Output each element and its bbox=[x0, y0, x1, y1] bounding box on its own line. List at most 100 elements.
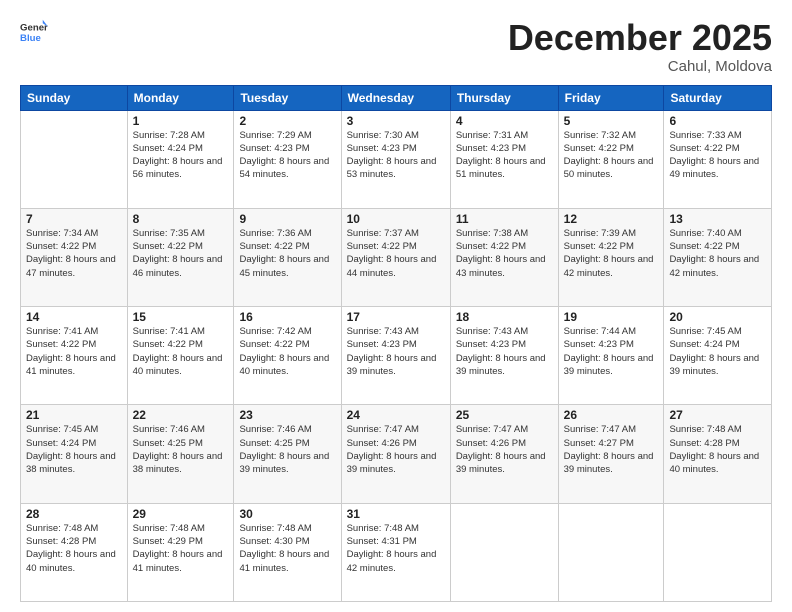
day-number: 6 bbox=[669, 114, 766, 128]
week-row-1: 7Sunrise: 7:34 AMSunset: 4:22 PMDaylight… bbox=[21, 208, 772, 306]
day-number: 14 bbox=[26, 310, 122, 324]
week-row-2: 14Sunrise: 7:41 AMSunset: 4:22 PMDayligh… bbox=[21, 307, 772, 405]
col-wednesday: Wednesday bbox=[341, 85, 450, 110]
week-row-3: 21Sunrise: 7:45 AMSunset: 4:24 PMDayligh… bbox=[21, 405, 772, 503]
day-number: 1 bbox=[133, 114, 229, 128]
calendar-cell: 7Sunrise: 7:34 AMSunset: 4:22 PMDaylight… bbox=[21, 208, 128, 306]
cell-detail: Sunrise: 7:44 AMSunset: 4:23 PMDaylight:… bbox=[564, 325, 659, 378]
calendar-cell: 29Sunrise: 7:48 AMSunset: 4:29 PMDayligh… bbox=[127, 503, 234, 601]
day-number: 10 bbox=[347, 212, 445, 226]
cell-detail: Sunrise: 7:40 AMSunset: 4:22 PMDaylight:… bbox=[669, 227, 766, 280]
day-number: 7 bbox=[26, 212, 122, 226]
calendar-cell: 22Sunrise: 7:46 AMSunset: 4:25 PMDayligh… bbox=[127, 405, 234, 503]
calendar-cell: 13Sunrise: 7:40 AMSunset: 4:22 PMDayligh… bbox=[664, 208, 772, 306]
logo-icon: General Blue bbox=[20, 18, 48, 46]
calendar-cell: 2Sunrise: 7:29 AMSunset: 4:23 PMDaylight… bbox=[234, 110, 341, 208]
cell-detail: Sunrise: 7:31 AMSunset: 4:23 PMDaylight:… bbox=[456, 129, 553, 182]
location: Cahul, Moldova bbox=[508, 58, 772, 75]
cell-detail: Sunrise: 7:28 AMSunset: 4:24 PMDaylight:… bbox=[133, 129, 229, 182]
day-number: 4 bbox=[456, 114, 553, 128]
day-number: 24 bbox=[347, 408, 445, 422]
calendar-cell: 11Sunrise: 7:38 AMSunset: 4:22 PMDayligh… bbox=[450, 208, 558, 306]
calendar-cell: 30Sunrise: 7:48 AMSunset: 4:30 PMDayligh… bbox=[234, 503, 341, 601]
cell-detail: Sunrise: 7:36 AMSunset: 4:22 PMDaylight:… bbox=[239, 227, 335, 280]
cell-detail: Sunrise: 7:47 AMSunset: 4:26 PMDaylight:… bbox=[456, 423, 553, 476]
day-number: 11 bbox=[456, 212, 553, 226]
cell-detail: Sunrise: 7:47 AMSunset: 4:26 PMDaylight:… bbox=[347, 423, 445, 476]
day-number: 30 bbox=[239, 507, 335, 521]
cell-detail: Sunrise: 7:38 AMSunset: 4:22 PMDaylight:… bbox=[456, 227, 553, 280]
calendar-cell: 25Sunrise: 7:47 AMSunset: 4:26 PMDayligh… bbox=[450, 405, 558, 503]
calendar-cell: 20Sunrise: 7:45 AMSunset: 4:24 PMDayligh… bbox=[664, 307, 772, 405]
day-number: 3 bbox=[347, 114, 445, 128]
calendar-cell: 3Sunrise: 7:30 AMSunset: 4:23 PMDaylight… bbox=[341, 110, 450, 208]
cell-detail: Sunrise: 7:39 AMSunset: 4:22 PMDaylight:… bbox=[564, 227, 659, 280]
day-number: 26 bbox=[564, 408, 659, 422]
cell-detail: Sunrise: 7:48 AMSunset: 4:30 PMDaylight:… bbox=[239, 522, 335, 575]
calendar-cell: 14Sunrise: 7:41 AMSunset: 4:22 PMDayligh… bbox=[21, 307, 128, 405]
calendar-cell bbox=[558, 503, 664, 601]
cell-detail: Sunrise: 7:43 AMSunset: 4:23 PMDaylight:… bbox=[456, 325, 553, 378]
cell-detail: Sunrise: 7:35 AMSunset: 4:22 PMDaylight:… bbox=[133, 227, 229, 280]
calendar-cell: 5Sunrise: 7:32 AMSunset: 4:22 PMDaylight… bbox=[558, 110, 664, 208]
cell-detail: Sunrise: 7:41 AMSunset: 4:22 PMDaylight:… bbox=[26, 325, 122, 378]
cell-detail: Sunrise: 7:29 AMSunset: 4:23 PMDaylight:… bbox=[239, 129, 335, 182]
cell-detail: Sunrise: 7:32 AMSunset: 4:22 PMDaylight:… bbox=[564, 129, 659, 182]
day-number: 19 bbox=[564, 310, 659, 324]
cell-detail: Sunrise: 7:48 AMSunset: 4:28 PMDaylight:… bbox=[669, 423, 766, 476]
day-number: 2 bbox=[239, 114, 335, 128]
logo: General Blue bbox=[20, 18, 48, 46]
day-number: 5 bbox=[564, 114, 659, 128]
calendar-cell: 10Sunrise: 7:37 AMSunset: 4:22 PMDayligh… bbox=[341, 208, 450, 306]
day-number: 28 bbox=[26, 507, 122, 521]
svg-text:Blue: Blue bbox=[20, 33, 41, 44]
col-saturday: Saturday bbox=[664, 85, 772, 110]
header: General Blue December 2025 Cahul, Moldov… bbox=[20, 18, 772, 75]
calendar-cell: 21Sunrise: 7:45 AMSunset: 4:24 PMDayligh… bbox=[21, 405, 128, 503]
col-tuesday: Tuesday bbox=[234, 85, 341, 110]
col-friday: Friday bbox=[558, 85, 664, 110]
cell-detail: Sunrise: 7:46 AMSunset: 4:25 PMDaylight:… bbox=[133, 423, 229, 476]
calendar-cell: 4Sunrise: 7:31 AMSunset: 4:23 PMDaylight… bbox=[450, 110, 558, 208]
cell-detail: Sunrise: 7:45 AMSunset: 4:24 PMDaylight:… bbox=[26, 423, 122, 476]
calendar-table: Sunday Monday Tuesday Wednesday Thursday… bbox=[20, 85, 772, 602]
col-sunday: Sunday bbox=[21, 85, 128, 110]
day-number: 20 bbox=[669, 310, 766, 324]
month-title: December 2025 bbox=[508, 18, 772, 58]
cell-detail: Sunrise: 7:47 AMSunset: 4:27 PMDaylight:… bbox=[564, 423, 659, 476]
cell-detail: Sunrise: 7:33 AMSunset: 4:22 PMDaylight:… bbox=[669, 129, 766, 182]
day-number: 27 bbox=[669, 408, 766, 422]
day-number: 31 bbox=[347, 507, 445, 521]
calendar-cell: 6Sunrise: 7:33 AMSunset: 4:22 PMDaylight… bbox=[664, 110, 772, 208]
cell-detail: Sunrise: 7:41 AMSunset: 4:22 PMDaylight:… bbox=[133, 325, 229, 378]
calendar-cell: 26Sunrise: 7:47 AMSunset: 4:27 PMDayligh… bbox=[558, 405, 664, 503]
cell-detail: Sunrise: 7:30 AMSunset: 4:23 PMDaylight:… bbox=[347, 129, 445, 182]
day-number: 21 bbox=[26, 408, 122, 422]
cell-detail: Sunrise: 7:46 AMSunset: 4:25 PMDaylight:… bbox=[239, 423, 335, 476]
calendar-cell bbox=[21, 110, 128, 208]
cell-detail: Sunrise: 7:37 AMSunset: 4:22 PMDaylight:… bbox=[347, 227, 445, 280]
cell-detail: Sunrise: 7:48 AMSunset: 4:28 PMDaylight:… bbox=[26, 522, 122, 575]
calendar-cell: 27Sunrise: 7:48 AMSunset: 4:28 PMDayligh… bbox=[664, 405, 772, 503]
calendar-cell: 15Sunrise: 7:41 AMSunset: 4:22 PMDayligh… bbox=[127, 307, 234, 405]
calendar-cell bbox=[664, 503, 772, 601]
cell-detail: Sunrise: 7:34 AMSunset: 4:22 PMDaylight:… bbox=[26, 227, 122, 280]
page: General Blue December 2025 Cahul, Moldov… bbox=[0, 0, 792, 612]
calendar-cell: 28Sunrise: 7:48 AMSunset: 4:28 PMDayligh… bbox=[21, 503, 128, 601]
day-number: 25 bbox=[456, 408, 553, 422]
week-row-4: 28Sunrise: 7:48 AMSunset: 4:28 PMDayligh… bbox=[21, 503, 772, 601]
cell-detail: Sunrise: 7:42 AMSunset: 4:22 PMDaylight:… bbox=[239, 325, 335, 378]
calendar-cell: 16Sunrise: 7:42 AMSunset: 4:22 PMDayligh… bbox=[234, 307, 341, 405]
day-number: 12 bbox=[564, 212, 659, 226]
calendar-cell: 24Sunrise: 7:47 AMSunset: 4:26 PMDayligh… bbox=[341, 405, 450, 503]
header-row: Sunday Monday Tuesday Wednesday Thursday… bbox=[21, 85, 772, 110]
calendar-cell: 1Sunrise: 7:28 AMSunset: 4:24 PMDaylight… bbox=[127, 110, 234, 208]
col-thursday: Thursday bbox=[450, 85, 558, 110]
cell-detail: Sunrise: 7:48 AMSunset: 4:29 PMDaylight:… bbox=[133, 522, 229, 575]
calendar-cell: 19Sunrise: 7:44 AMSunset: 4:23 PMDayligh… bbox=[558, 307, 664, 405]
calendar-cell: 9Sunrise: 7:36 AMSunset: 4:22 PMDaylight… bbox=[234, 208, 341, 306]
calendar-cell: 31Sunrise: 7:48 AMSunset: 4:31 PMDayligh… bbox=[341, 503, 450, 601]
calendar-cell: 23Sunrise: 7:46 AMSunset: 4:25 PMDayligh… bbox=[234, 405, 341, 503]
week-row-0: 1Sunrise: 7:28 AMSunset: 4:24 PMDaylight… bbox=[21, 110, 772, 208]
calendar-cell: 18Sunrise: 7:43 AMSunset: 4:23 PMDayligh… bbox=[450, 307, 558, 405]
